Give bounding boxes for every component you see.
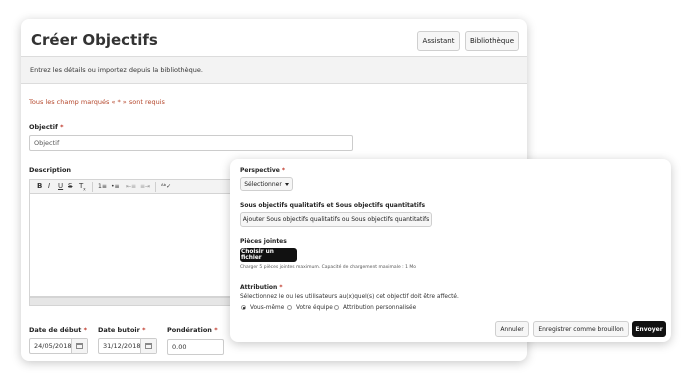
start-date-value: 24/05/2018	[34, 342, 72, 350]
weight-input[interactable]: 0.00	[167, 339, 224, 355]
editor-toolbar: B I U S Tx 1≡ •≡ ⇤≡ ≡⇥ ᴬᵇ✓	[29, 179, 231, 194]
calendar-icon[interactable]	[71, 339, 87, 353]
attribution-label: Attribution *	[240, 284, 283, 291]
radio-custom-label: Attribution personnalisée	[343, 305, 417, 311]
send-button[interactable]: Envoyer	[632, 321, 666, 337]
description-label: Description	[29, 166, 72, 174]
choose-file-button[interactable]: Choisir un fichier	[240, 248, 297, 262]
radio-yourself[interactable]	[241, 305, 246, 310]
required-star: *	[281, 167, 286, 174]
due-date-value: 31/12/2018	[103, 342, 141, 350]
radio-yourself-label: Vous-même	[250, 305, 285, 311]
attribution-label-text: Attribution	[240, 284, 278, 291]
objective-input[interactable]: Objectif	[29, 135, 353, 151]
required-star: *	[279, 284, 283, 291]
spellcheck-icon[interactable]: ᴬᵇ✓	[161, 183, 171, 190]
start-date-input[interactable]: 24/05/2018	[29, 338, 88, 354]
cancel-button[interactable]: Annuler	[495, 321, 529, 337]
outdent-icon[interactable]: ⇤≡	[126, 183, 136, 190]
required-note: Tous les champ marqués « * » sont requis	[29, 98, 165, 106]
radio-team-label: Votre équipe	[296, 305, 333, 311]
required-star: *	[142, 326, 146, 334]
due-date-label-text: Date butoir	[98, 326, 140, 334]
required-star: *	[83, 326, 88, 334]
attribution-help: Sélectionnez le ou les utilisateurs au(x…	[240, 294, 459, 300]
perspective-select-value: Sélectionner	[244, 180, 282, 188]
start-date-label: Date de début *	[29, 326, 87, 334]
weight-label-text: Pondération	[167, 326, 212, 334]
info-text: Entrez les détails ou importez depuis la…	[30, 66, 203, 74]
attachments-label: Pièces jointes	[240, 238, 287, 245]
weight-label: Pondération *	[167, 326, 218, 334]
perspective-select[interactable]: Sélectionner	[240, 177, 293, 191]
underline-icon[interactable]: U	[58, 182, 63, 190]
bold-icon[interactable]: B	[37, 182, 42, 190]
editor-status-bar	[29, 297, 231, 306]
calendar-icon[interactable]	[140, 339, 156, 353]
objective-label-text: Objectif	[29, 123, 58, 131]
clear-format-icon[interactable]: Tx	[79, 182, 86, 191]
description-editor[interactable]	[29, 194, 231, 297]
strikethrough-icon[interactable]: S	[68, 182, 72, 190]
due-date-input[interactable]: 31/12/2018	[98, 338, 157, 354]
objective-label: Objectif *	[29, 123, 64, 131]
attachments-note: Charger 5 pièces jointes maximum. Capaci…	[240, 265, 417, 270]
bullet-list-icon[interactable]: •≡	[111, 183, 120, 190]
ordered-list-icon[interactable]: 1≡	[98, 183, 107, 190]
radio-custom[interactable]	[334, 305, 339, 310]
add-sub-objectives-button[interactable]: Ajouter Sous objectifs qualitatifs ou So…	[240, 212, 432, 227]
page-title: Créer Objectifs	[31, 31, 158, 49]
perspective-label: Perspective *	[240, 167, 285, 174]
objective-details-panel: Perspective * Sélectionner Sous objectif…	[230, 159, 671, 342]
due-date-label: Date butoir *	[98, 326, 146, 334]
save-draft-button[interactable]: Enregistrer comme brouillon	[533, 321, 629, 337]
required-star: *	[214, 326, 218, 334]
toolbar-separator	[92, 182, 93, 192]
indent-icon[interactable]: ≡⇥	[140, 183, 150, 190]
caret-down-icon	[284, 182, 289, 186]
italic-icon[interactable]: I	[48, 182, 50, 190]
sub-objectives-label: Sous objectifs qualitatifs et Sous objec…	[240, 202, 426, 209]
assistant-button[interactable]: Assistant	[417, 31, 460, 51]
library-button[interactable]: Bibliothèque	[465, 31, 519, 51]
required-star: *	[60, 123, 64, 131]
start-date-label-text: Date de début	[29, 326, 82, 334]
info-bar: Entrez les détails ou importez depuis la…	[21, 56, 527, 84]
toolbar-separator	[155, 182, 156, 192]
perspective-label-text: Perspective	[240, 167, 280, 174]
radio-team[interactable]	[287, 305, 292, 310]
